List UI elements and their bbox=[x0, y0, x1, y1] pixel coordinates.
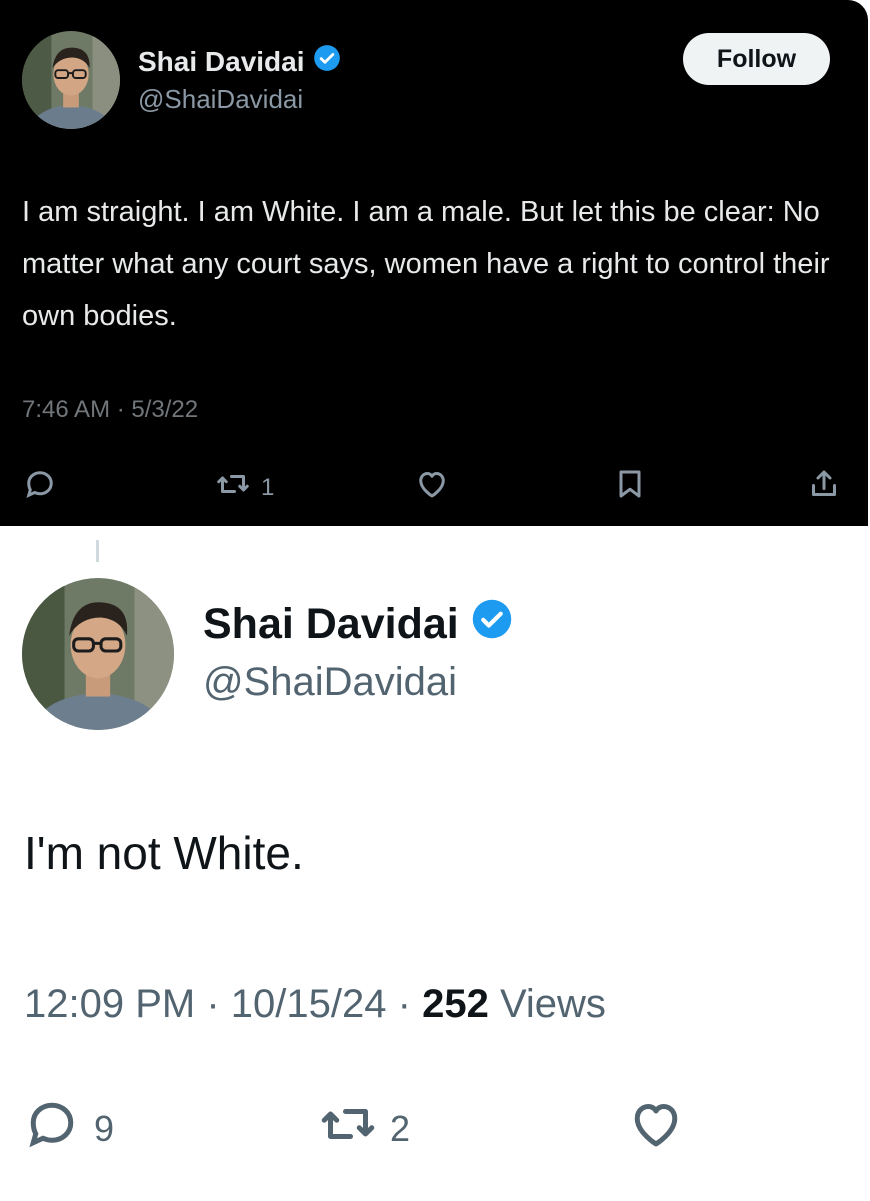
views-label: Views bbox=[499, 982, 606, 1026]
heart-icon bbox=[414, 466, 450, 509]
like-button[interactable] bbox=[414, 466, 450, 509]
action-bar: 9 2 bbox=[0, 1094, 870, 1158]
views-count: 252 bbox=[422, 982, 489, 1026]
retweet-button[interactable]: 2 bbox=[318, 1094, 410, 1163]
verified-badge-icon bbox=[471, 598, 513, 651]
action-bar: 1 bbox=[0, 466, 868, 516]
tweet-time[interactable]: 12:09 PM bbox=[24, 982, 195, 1026]
like-button[interactable] bbox=[626, 1094, 686, 1163]
reply-button[interactable]: 9 bbox=[22, 1094, 114, 1163]
heart-icon bbox=[626, 1094, 686, 1163]
tweet-timestamp[interactable]: 7:46 AM · 5/3/22 bbox=[22, 396, 198, 424]
avatar[interactable] bbox=[22, 578, 174, 730]
share-icon bbox=[806, 466, 842, 509]
tweet-text: I am straight. I am White. I am a male. … bbox=[22, 196, 830, 332]
author-handle[interactable]: @ShaiDavidai bbox=[203, 660, 457, 705]
reply-icon bbox=[22, 1094, 82, 1163]
bookmark-icon bbox=[612, 466, 648, 509]
retweet-count: 2 bbox=[390, 1107, 411, 1149]
author-name-text: Shai Davidai bbox=[203, 600, 459, 648]
retweet-icon bbox=[215, 466, 251, 509]
reply-count: 9 bbox=[94, 1107, 115, 1149]
retweet-count: 1 bbox=[261, 473, 275, 501]
tweet-metadata: 12:09 PM · 10/15/24 · 252 Views bbox=[24, 982, 606, 1027]
meta-separator: · bbox=[397, 982, 411, 1026]
retweet-button[interactable]: 1 bbox=[215, 466, 274, 509]
follow-button[interactable]: Follow bbox=[683, 33, 830, 85]
thread-connector-line bbox=[96, 540, 99, 562]
bookmark-button[interactable] bbox=[612, 466, 648, 509]
author-name-text: Shai Davidai bbox=[138, 45, 305, 77]
author-handle[interactable]: @ShaiDavidai bbox=[138, 84, 303, 115]
author-name[interactable]: Shai Davidai bbox=[203, 598, 513, 651]
tweet-date[interactable]: 10/15/24 bbox=[231, 982, 387, 1026]
tweet-text: I'm not White. bbox=[24, 827, 304, 879]
verified-badge-icon bbox=[313, 44, 341, 79]
retweet-icon bbox=[318, 1094, 378, 1163]
reply-button[interactable] bbox=[22, 466, 58, 509]
meta-separator: · bbox=[206, 982, 220, 1026]
avatar[interactable] bbox=[22, 31, 120, 129]
tweet-card-dark: Shai Davidai @ShaiDavidai Follow I am st… bbox=[0, 0, 868, 526]
share-button[interactable] bbox=[806, 466, 842, 509]
reply-icon bbox=[22, 466, 58, 509]
author-name[interactable]: Shai Davidai bbox=[138, 44, 341, 79]
